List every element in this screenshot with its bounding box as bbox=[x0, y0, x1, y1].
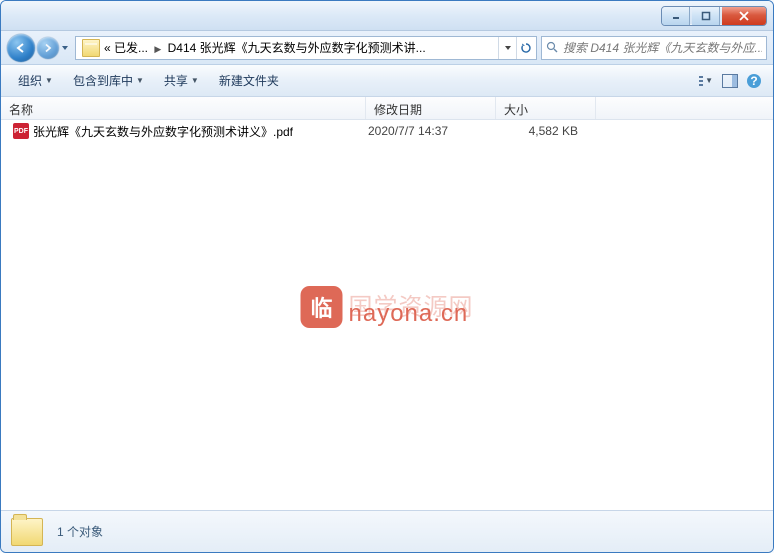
navigation-bar: « 已发... ▶ D414 张光辉《九天玄数与外应数字化预测术讲... 搜索 … bbox=[1, 31, 773, 65]
search-placeholder: 搜索 D414 张光辉《九天玄数与外应... bbox=[563, 39, 762, 56]
history-dropdown[interactable] bbox=[59, 44, 71, 52]
preview-pane-button[interactable] bbox=[719, 70, 741, 92]
file-date: 2020/7/7 14:37 bbox=[368, 124, 498, 138]
column-headers: 名称 修改日期 大小 bbox=[1, 97, 773, 120]
command-bar: 组织▼ 包含到库中▼ 共享▼ 新建文件夹 ▼ ? bbox=[1, 65, 773, 97]
status-text: 1 个对象 bbox=[57, 523, 103, 540]
file-name: 张光辉《九天玄数与外应数字化预测术讲义》.pdf bbox=[33, 123, 368, 140]
status-bar: 1 个对象 bbox=[1, 510, 773, 552]
organize-button[interactable]: 组织▼ bbox=[9, 67, 62, 94]
explorer-window: « 已发... ▶ D414 张光辉《九天玄数与外应数字化预测术讲... 搜索 … bbox=[0, 0, 774, 553]
chevron-right-icon: ▶ bbox=[154, 44, 161, 54]
column-date[interactable]: 修改日期 bbox=[366, 97, 496, 119]
folder-icon bbox=[11, 518, 43, 546]
help-button[interactable]: ? bbox=[743, 70, 765, 92]
column-name[interactable]: 名称 bbox=[1, 97, 366, 119]
search-input[interactable]: 搜索 D414 张光辉《九天玄数与外应... bbox=[541, 36, 767, 60]
svg-text:?: ? bbox=[750, 74, 757, 88]
forward-button[interactable] bbox=[37, 37, 59, 59]
file-size: 4,582 KB bbox=[498, 124, 598, 138]
address-bar[interactable]: « 已发... ▶ D414 张光辉《九天玄数与外应数字化预测术讲... bbox=[75, 36, 537, 60]
share-button[interactable]: 共享▼ bbox=[155, 67, 208, 94]
pdf-icon: PDF bbox=[13, 123, 29, 139]
breadcrumb-prefix[interactable]: « 已发... bbox=[104, 41, 148, 55]
address-dropdown[interactable] bbox=[498, 37, 516, 59]
breadcrumb[interactable]: « 已发... ▶ D414 张光辉《九天玄数与外应数字化预测术讲... bbox=[104, 39, 498, 56]
close-button[interactable] bbox=[722, 7, 766, 25]
file-list[interactable]: PDF 张光辉《九天玄数与外应数字化预测术讲义》.pdf 2020/7/7 14… bbox=[1, 120, 773, 510]
folder-icon bbox=[82, 39, 100, 57]
refresh-button[interactable] bbox=[516, 37, 534, 59]
window-controls bbox=[661, 6, 767, 26]
minimize-button[interactable] bbox=[662, 7, 690, 25]
maximize-button[interactable] bbox=[692, 7, 720, 25]
watermark: 临 国学资源网 nayona.cn bbox=[301, 286, 474, 328]
breadcrumb-current[interactable]: D414 张光辉《九天玄数与外应数字化预测术讲... bbox=[168, 41, 426, 55]
include-library-button[interactable]: 包含到库中▼ bbox=[64, 67, 153, 94]
view-options-button[interactable]: ▼ bbox=[695, 70, 717, 92]
search-icon bbox=[546, 41, 559, 54]
new-folder-button[interactable]: 新建文件夹 bbox=[210, 67, 288, 94]
column-size[interactable]: 大小 bbox=[496, 97, 596, 119]
list-item[interactable]: PDF 张光辉《九天玄数与外应数字化预测术讲义》.pdf 2020/7/7 14… bbox=[1, 120, 773, 142]
titlebar bbox=[1, 1, 773, 31]
back-button[interactable] bbox=[7, 34, 35, 62]
